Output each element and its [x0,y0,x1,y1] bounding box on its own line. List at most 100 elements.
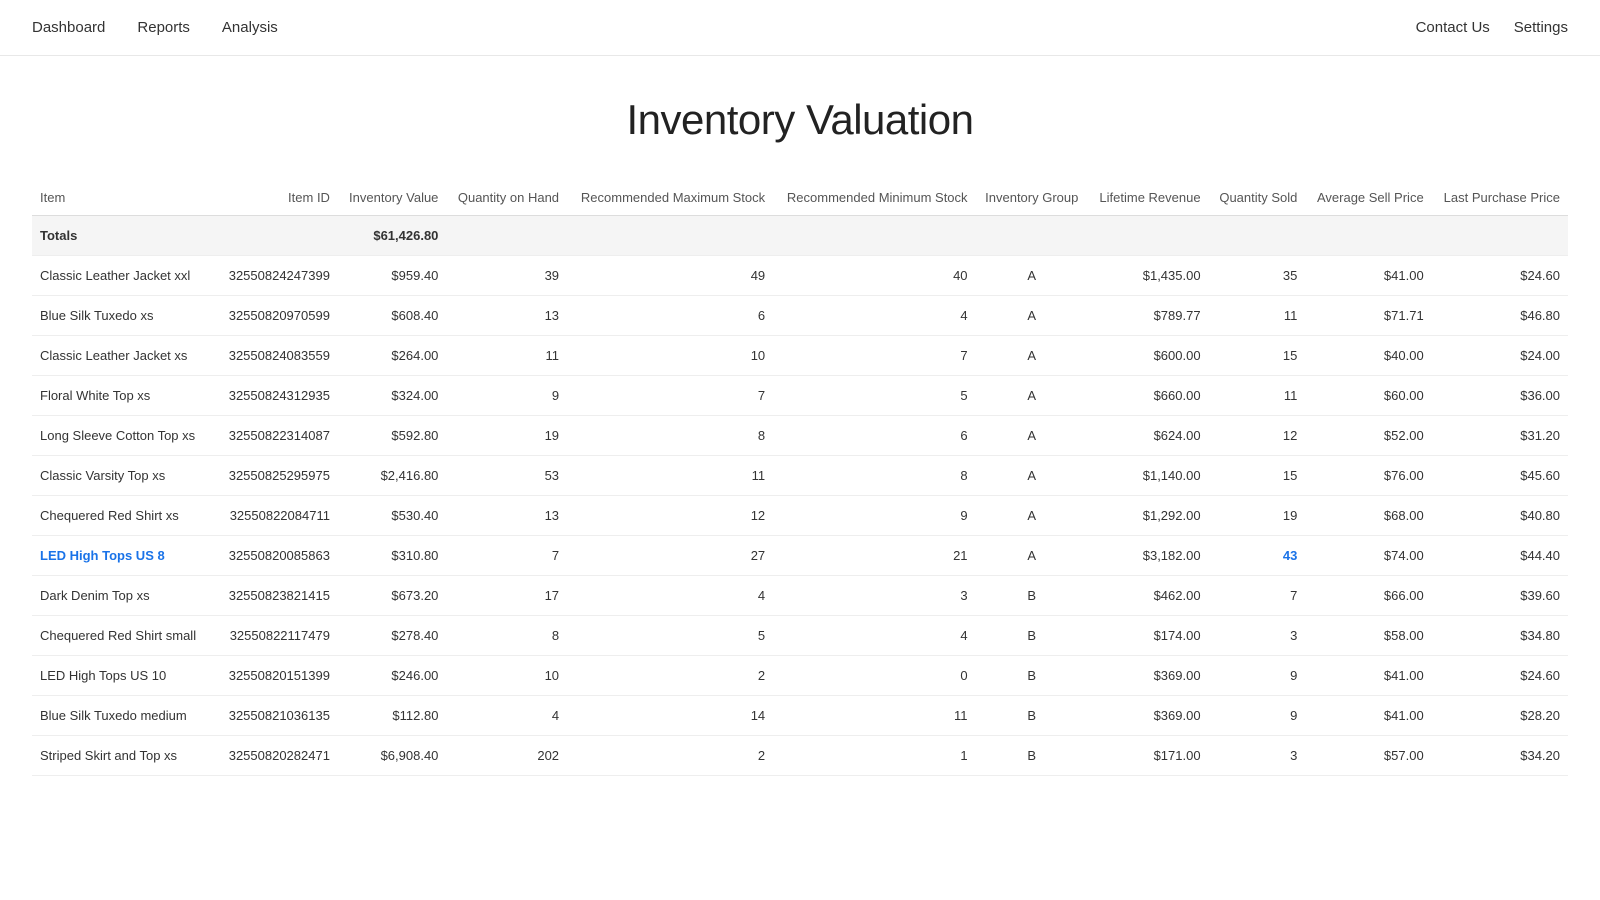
header-row: Item Item ID Inventory Value Quantity on… [32,180,1568,216]
quantity-on-hand-cell: 13 [446,496,567,536]
quantity-sold-cell: 11 [1209,296,1306,336]
lifetime-revenue-cell: $174.00 [1088,616,1209,656]
inventory-group-cell: A [976,496,1088,536]
quantity-sold-cell: 9 [1209,656,1306,696]
table-row: Long Sleeve Cotton Top xs 32550822314087… [32,416,1568,456]
rec-max-stock-cell: 27 [567,536,773,576]
avg-sell-price-cell: $68.00 [1305,496,1431,536]
item-id-cell: 32550820085863 [217,536,338,576]
lifetime-revenue-cell: $3,182.00 [1088,536,1209,576]
last-purchase-price-cell: $24.60 [1432,256,1568,296]
rec-max-stock-cell: 4 [567,576,773,616]
rec-min-stock-cell: 0 [773,656,975,696]
rec-min-stock-cell: 9 [773,496,975,536]
table-header: Item Item ID Inventory Value Quantity on… [32,180,1568,216]
last-purchase-price-cell: $24.60 [1432,656,1568,696]
inventory-value-cell: $278.40 [338,616,446,656]
rec-min-stock-cell: 4 [773,296,975,336]
inventory-value-cell: $6,908.40 [338,736,446,776]
rec-min-stock-cell: 4 [773,616,975,656]
avg-sell-price-cell: $66.00 [1305,576,1431,616]
inventory-group-cell: B [976,656,1088,696]
inventory-group-cell: B [976,736,1088,776]
avg-sell-price-cell: $52.00 [1305,416,1431,456]
col-inventory-value: Inventory Value [338,180,446,216]
table-body: Totals $61,426.80 Classic Leather Jacket… [32,216,1568,776]
totals-empty-9 [1305,216,1431,256]
quantity-sold-cell: 15 [1209,336,1306,376]
col-rec-min-stock: Recommended Minimum Stock [773,180,975,216]
quantity-on-hand-cell: 7 [446,536,567,576]
item-id-cell: 32550824247399 [217,256,338,296]
rec-min-stock-cell: 11 [773,696,975,736]
quantity-on-hand-cell: 10 [446,656,567,696]
item-id-cell: 32550822084711 [217,496,338,536]
col-avg-sell-price: Average Sell Price [1305,180,1431,216]
nav-dashboard[interactable]: Dashboard [32,15,105,40]
inventory-value-cell: $592.80 [338,416,446,456]
col-quantity-sold: Quantity Sold [1209,180,1306,216]
quantity-on-hand-cell: 11 [446,336,567,376]
inventory-group-cell: A [976,376,1088,416]
inventory-group-cell: B [976,616,1088,656]
inventory-group-cell: A [976,456,1088,496]
totals-empty-10 [1432,216,1568,256]
inventory-group-cell: A [976,296,1088,336]
item-name-cell: Classic Varsity Top xs [32,456,217,496]
item-name-cell: Chequered Red Shirt small [32,616,217,656]
last-purchase-price-cell: $34.20 [1432,736,1568,776]
item-name-cell: Chequered Red Shirt xs [32,496,217,536]
rec-max-stock-cell: 5 [567,616,773,656]
inventory-value-cell: $959.40 [338,256,446,296]
lifetime-revenue-cell: $369.00 [1088,656,1209,696]
lifetime-revenue-cell: $600.00 [1088,336,1209,376]
last-purchase-price-cell: $44.40 [1432,536,1568,576]
item-name-cell: Striped Skirt and Top xs [32,736,217,776]
lifetime-revenue-cell: $171.00 [1088,736,1209,776]
quantity-on-hand-cell: 8 [446,616,567,656]
nav-settings[interactable]: Settings [1514,15,1568,40]
last-purchase-price-cell: $28.20 [1432,696,1568,736]
last-purchase-price-cell: $40.80 [1432,496,1568,536]
totals-empty-8 [1209,216,1306,256]
lifetime-revenue-cell: $1,140.00 [1088,456,1209,496]
avg-sell-price-cell: $58.00 [1305,616,1431,656]
item-id-cell: 32550821036135 [217,696,338,736]
table-row: Classic Leather Jacket xs 32550824083559… [32,336,1568,376]
totals-empty-4 [567,216,773,256]
col-item: Item [32,180,217,216]
inventory-value-cell: $264.00 [338,336,446,376]
item-name-cell: Dark Denim Top xs [32,576,217,616]
lifetime-revenue-cell: $660.00 [1088,376,1209,416]
table-row: Striped Skirt and Top xs 32550820282471 … [32,736,1568,776]
avg-sell-price-cell: $41.00 [1305,256,1431,296]
rec-min-stock-cell: 21 [773,536,975,576]
nav-analysis[interactable]: Analysis [222,15,278,40]
inventory-group-cell: A [976,536,1088,576]
nav-reports[interactable]: Reports [137,15,190,40]
rec-min-stock-cell: 5 [773,376,975,416]
inventory-group-cell: B [976,576,1088,616]
rec-max-stock-cell: 7 [567,376,773,416]
item-name-cell: LED High Tops US 8 [32,536,217,576]
page-title: Inventory Valuation [0,96,1600,144]
rec-max-stock-cell: 12 [567,496,773,536]
quantity-sold-cell: 7 [1209,576,1306,616]
last-purchase-price-cell: $46.80 [1432,296,1568,336]
item-name-cell: Classic Leather Jacket xs [32,336,217,376]
quantity-on-hand-cell: 53 [446,456,567,496]
rec-min-stock-cell: 3 [773,576,975,616]
nav-left: Dashboard Reports Analysis [32,15,278,40]
nav-contact-us[interactable]: Contact Us [1416,15,1490,40]
last-purchase-price-cell: $24.00 [1432,336,1568,376]
item-id-cell: 32550825295975 [217,456,338,496]
inventory-value-cell: $112.80 [338,696,446,736]
rec-min-stock-cell: 7 [773,336,975,376]
inventory-group-cell: A [976,256,1088,296]
inventory-table: Item Item ID Inventory Value Quantity on… [32,180,1568,776]
quantity-sold-cell: 11 [1209,376,1306,416]
col-item-id: Item ID [217,180,338,216]
inventory-group-cell: B [976,696,1088,736]
avg-sell-price-cell: $41.00 [1305,656,1431,696]
nav-right: Contact Us Settings [1416,15,1568,40]
